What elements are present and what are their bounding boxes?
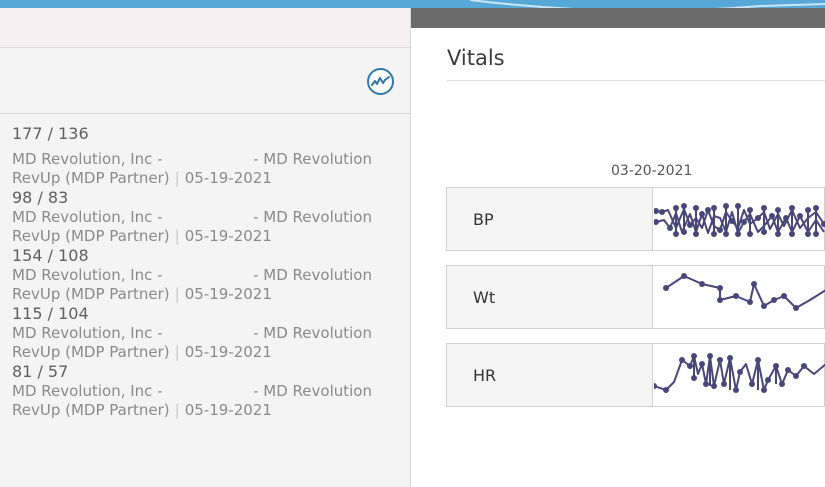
hr-sparkline [654, 353, 825, 393]
readings-list: 177 / 136 MD Revolution, Inc - - MD Revol… [0, 114, 410, 420]
separator: | [174, 401, 180, 419]
readings-panel: 177 / 136 MD Revolution, Inc - - MD Revol… [0, 8, 411, 487]
reading-source: MD Revolution, Inc - - MD Revolution RevU… [12, 208, 372, 246]
vital-label-hr: HR [447, 344, 653, 406]
vital-row-bp[interactable]: BP [446, 187, 825, 251]
vitals-topbar [411, 8, 825, 28]
separator: | [174, 227, 180, 245]
reading-date: 05-19-2021 [184, 169, 272, 187]
readings-panel-header [0, 8, 410, 48]
reading-org-suffix: - MD Revolution [253, 208, 372, 226]
reading-source: MD Revolution, Inc - - MD Revolution RevU… [12, 324, 372, 362]
readings-toolbar [0, 48, 410, 114]
vitals-panel: Vitals 03-20-2021 BP Wt HR [411, 8, 825, 487]
separator: | [174, 343, 180, 361]
reading-org: MD Revolution, Inc - [12, 208, 163, 226]
separator: | [174, 285, 180, 303]
reading-date: 05-19-2021 [184, 285, 272, 303]
reading-org: MD Revolution, Inc - [12, 150, 163, 168]
reading-org: MD Revolution, Inc - [12, 324, 163, 342]
vitals-title: Vitals [447, 46, 505, 70]
vital-row-wt[interactable]: Wt [446, 265, 825, 329]
chart-view-button[interactable] [367, 68, 394, 95]
line-chart-icon [371, 76, 390, 86]
reading-partner: RevUp (MDP Partner) [12, 285, 170, 303]
separator: | [174, 169, 180, 187]
vital-label-bp: BP [447, 188, 653, 250]
reading-org: MD Revolution, Inc - [12, 382, 163, 400]
reading-org-suffix: - MD Revolution [253, 266, 372, 284]
reading-value: 115 / 104 [12, 304, 89, 323]
reading-source: MD Revolution, Inc - - MD Revolution RevU… [12, 382, 372, 420]
wt-sparkline [663, 273, 825, 311]
reading-value: 177 / 136 [12, 124, 89, 143]
title-divider [447, 80, 825, 81]
reading-value: 154 / 108 [12, 246, 89, 265]
reading-date: 05-19-2021 [184, 343, 272, 361]
vital-row-hr[interactable]: HR [446, 343, 825, 407]
reading-date: 05-19-2021 [184, 401, 272, 419]
reading-partner: RevUp (MDP Partner) [12, 227, 170, 245]
bp-sparkline [654, 203, 825, 237]
reading-date: 05-19-2021 [184, 227, 272, 245]
reading-source: MD Revolution, Inc - - MD Revolution RevU… [12, 150, 372, 188]
reading-source: MD Revolution, Inc - - MD Revolution RevU… [12, 266, 372, 304]
reading-value: 81 / 57 [12, 362, 69, 381]
reading-org: MD Revolution, Inc - [12, 266, 163, 284]
vitals-date: 03-20-2021 [611, 163, 693, 179]
reading-partner: RevUp (MDP Partner) [12, 401, 170, 419]
reading-value: 98 / 83 [12, 188, 69, 207]
reading-partner: RevUp (MDP Partner) [12, 343, 170, 361]
reading-partner: RevUp (MDP Partner) [12, 169, 170, 187]
reading-org-suffix: - MD Revolution [253, 150, 372, 168]
reading-org-suffix: - MD Revolution [253, 382, 372, 400]
reading-org-suffix: - MD Revolution [253, 324, 372, 342]
vital-label-wt: Wt [447, 266, 653, 328]
